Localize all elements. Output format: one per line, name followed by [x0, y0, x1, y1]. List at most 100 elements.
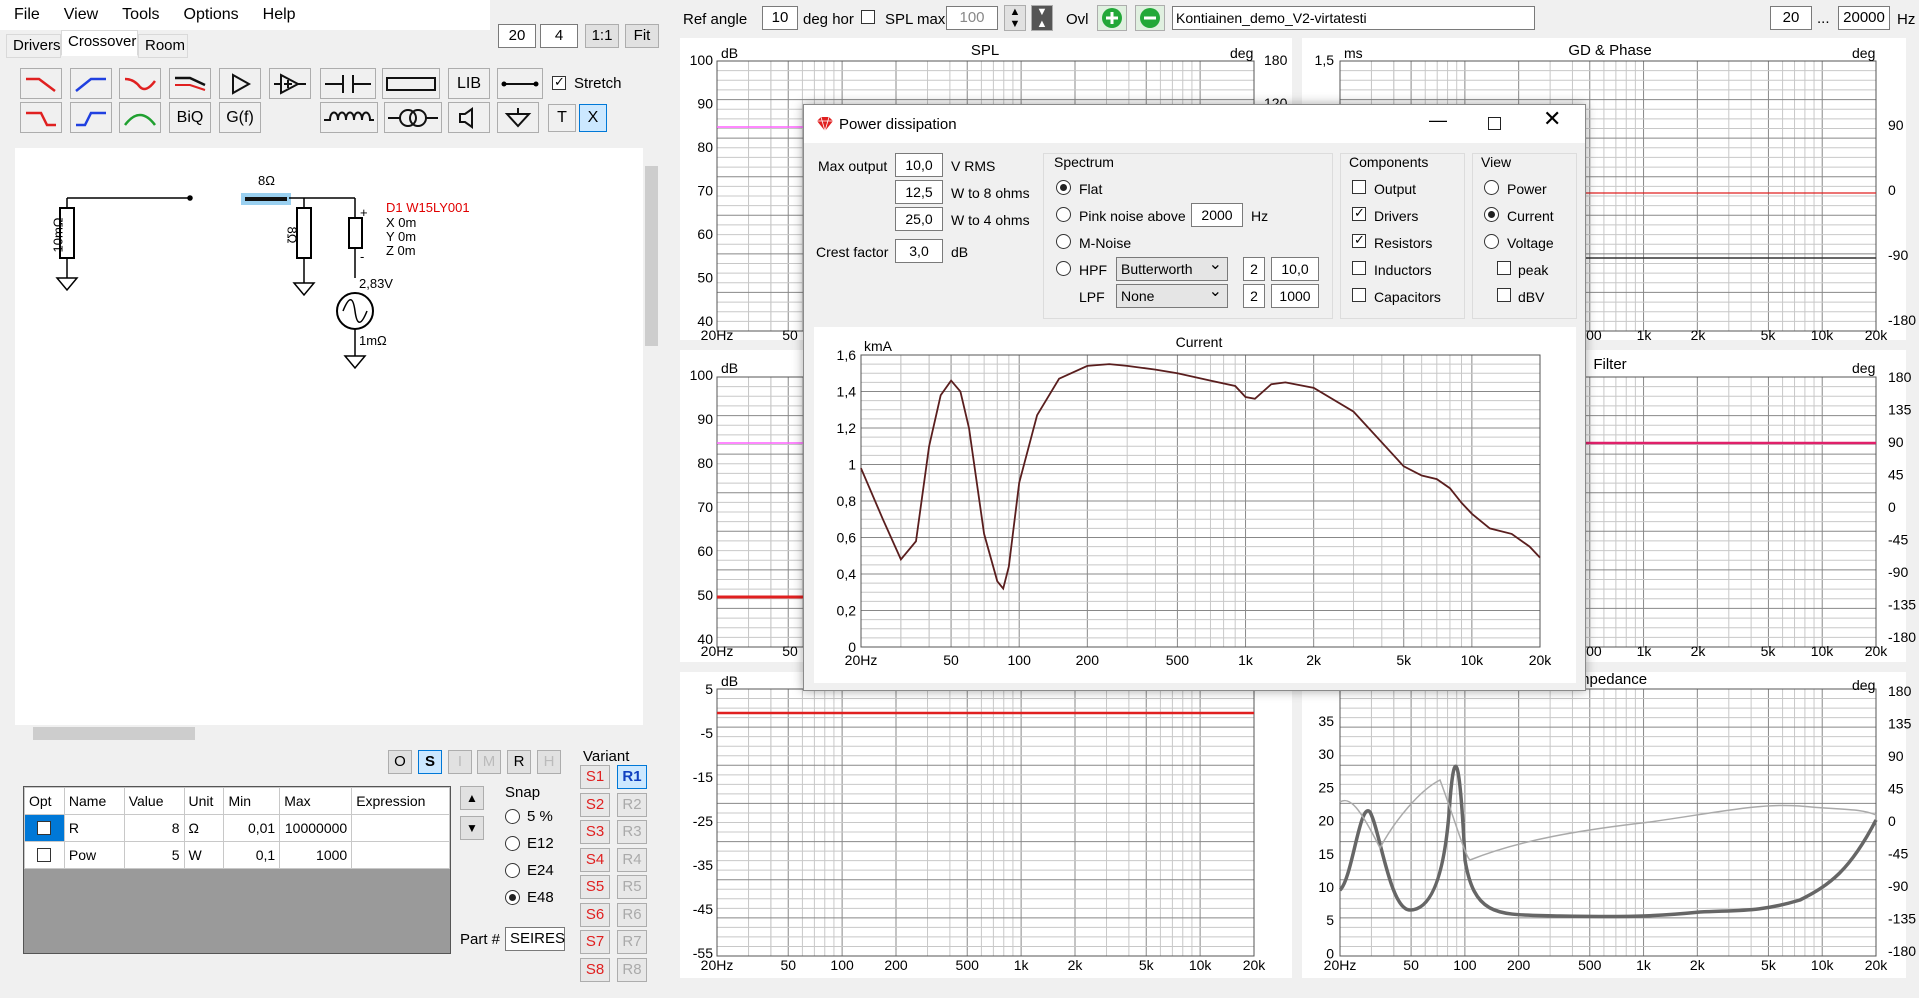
view-power-radio[interactable] [1484, 180, 1499, 195]
filter-xtick: 5k [1761, 643, 1777, 659]
variant-r3-button[interactable]: R3 [617, 820, 647, 844]
variant-s8-button[interactable]: S8 [580, 957, 610, 982]
hpf-order-input[interactable]: 2 [1243, 257, 1265, 281]
imp-ytick: 5 [1326, 912, 1334, 928]
max-output-4ohm-input[interactable]: 25,0 [895, 207, 943, 231]
current-chart[interactable]: CurrentkmA1,61,41,210,80,60,40,2020Hz 50 1… [814, 327, 1576, 683]
imp-y2tick: -45 [1888, 846, 1908, 862]
spl-ytick: 60 [697, 226, 713, 242]
hpf-type-select[interactable]: Butterworth [1116, 254, 1228, 281]
bot-ytick: -35 [693, 857, 713, 873]
output-label: Output [1374, 181, 1417, 197]
imp-xtick: 100 [1453, 957, 1477, 973]
view-label: View [1481, 154, 1512, 170]
spl-unit: dB [721, 45, 738, 61]
spectrum-mnoise-radio[interactable] [1056, 234, 1071, 249]
imp-y2tick: 0 [1888, 813, 1896, 829]
variant-r6-button[interactable]: R6 [617, 902, 647, 927]
current-chart-ytick: 1,2 [837, 420, 857, 436]
components-label: Components [1349, 154, 1429, 170]
crest-factor-input[interactable]: 3,0 [895, 239, 943, 263]
pink-noise-hz-label: Hz [1251, 208, 1269, 224]
lpf-order-input[interactable]: 2 [1243, 284, 1265, 308]
gd-y2tick: 90 [1888, 117, 1904, 133]
spl-ytick: 80 [697, 139, 713, 155]
filter-y2tick: 90 [1888, 434, 1904, 450]
power-dissipation-dialog: Power dissipation — ✕ Max output 10,0 V … [803, 104, 1586, 691]
imp-xtick: 20Hz [1324, 957, 1357, 973]
variant-s1-button[interactable]: S1 [580, 765, 610, 789]
view-power-label: Power [1507, 181, 1547, 197]
current-chart-xtick: 50 [943, 652, 959, 668]
variant-r8-button[interactable]: R8 [617, 957, 647, 982]
max-output-v-input[interactable]: 10,0 [895, 153, 943, 177]
bot-xtick: 20k [1243, 957, 1267, 973]
maximize-button[interactable] [1488, 117, 1501, 130]
filter-y2tick: 0 [1888, 499, 1896, 515]
variant-s7-button[interactable]: S7 [580, 930, 610, 954]
filter-y2tick: -180 [1888, 629, 1916, 645]
variant-s4-button[interactable]: S4 [580, 847, 610, 872]
variant-r4-button[interactable]: R4 [617, 847, 647, 872]
variant-s6-button[interactable]: S6 [580, 902, 610, 927]
crest-factor-unit: dB [951, 244, 969, 260]
bot-xtick: 100 [830, 957, 854, 973]
imp-xtick: 5k [1761, 957, 1777, 973]
peak-checkbox[interactable] [1497, 261, 1511, 275]
filter-y2tick: -135 [1888, 597, 1916, 613]
inductors-label: Inductors [1374, 262, 1432, 278]
current-chart-xtick: 20Hz [845, 652, 878, 668]
variant-s2-button[interactable]: S2 [580, 792, 610, 817]
imp-y2tick: 90 [1888, 748, 1904, 764]
bot-xtick: 20Hz [701, 957, 734, 973]
imp-ytick: 15 [1318, 846, 1334, 862]
variant-s5-button[interactable]: S5 [580, 875, 610, 899]
mid-ytick: 60 [697, 543, 713, 559]
variant-r1-button[interactable]: R1 [617, 765, 647, 789]
max-output-8ohm-input[interactable]: 12,5 [895, 180, 943, 204]
lpf-freq-input[interactable]: 1000 [1271, 284, 1319, 308]
imp-xtick: 2k [1690, 957, 1706, 973]
filter-y2tick: -90 [1888, 564, 1908, 580]
spectrum-pink-radio[interactable] [1056, 207, 1071, 222]
spectrum-flat-radio[interactable] [1056, 180, 1071, 195]
variant-s3-button[interactable]: S3 [580, 820, 610, 844]
dbv-label: dBV [1518, 289, 1545, 305]
imp-y2tick: -180 [1888, 943, 1916, 959]
lpf-type-select[interactable]: None [1116, 281, 1228, 308]
dialog-title: Power dissipation [839, 116, 957, 133]
dbv-checkbox[interactable] [1497, 288, 1511, 302]
filter-y2tick: -45 [1888, 532, 1908, 548]
current-chart-xtick: 1k [1238, 652, 1254, 668]
current-chart-ylabel: kmA [864, 338, 893, 354]
current-chart-ytick: 0,6 [837, 530, 857, 546]
max-output-label: Max output [818, 158, 888, 174]
drivers-checkbox[interactable] [1352, 205, 1366, 221]
mid-unit: dB [721, 360, 738, 376]
variant-r2-button[interactable]: R2 [617, 792, 647, 817]
gd-xtick: 2k [1691, 327, 1707, 343]
app-gem-icon [817, 116, 833, 132]
inductors-checkbox[interactable] [1352, 261, 1366, 275]
current-chart-xtick: 10k [1461, 652, 1485, 668]
filter-xtick: 2k [1691, 643, 1707, 659]
spectrum-hpf-radio[interactable] [1056, 261, 1071, 276]
app-window: File View Tools Options Help Drivers Crossov… [0, 0, 1919, 998]
spectrum-label: Spectrum [1054, 154, 1114, 170]
minimize-button[interactable]: — [1429, 111, 1447, 129]
hpf-freq-input[interactable]: 10,0 [1271, 257, 1319, 281]
pink-noise-freq-input[interactable]: 2000 [1191, 203, 1243, 227]
bot-xtick: 10k [1189, 957, 1213, 973]
max-output-4ohm-unit: W to 4 ohms [951, 212, 1030, 228]
close-button[interactable]: ✕ [1543, 108, 1561, 130]
capacitors-checkbox[interactable] [1352, 288, 1366, 302]
variant-r5-button[interactable]: R5 [617, 875, 647, 899]
current-chart-xtick: 2k [1306, 652, 1322, 668]
view-current-radio[interactable] [1484, 207, 1499, 222]
bot-unit: dB [721, 673, 738, 689]
resistors-checkbox[interactable] [1352, 232, 1366, 248]
mid-ytick: 80 [697, 455, 713, 471]
variant-r7-button[interactable]: R7 [617, 930, 647, 954]
view-voltage-radio[interactable] [1484, 234, 1499, 249]
output-checkbox[interactable] [1352, 180, 1366, 194]
